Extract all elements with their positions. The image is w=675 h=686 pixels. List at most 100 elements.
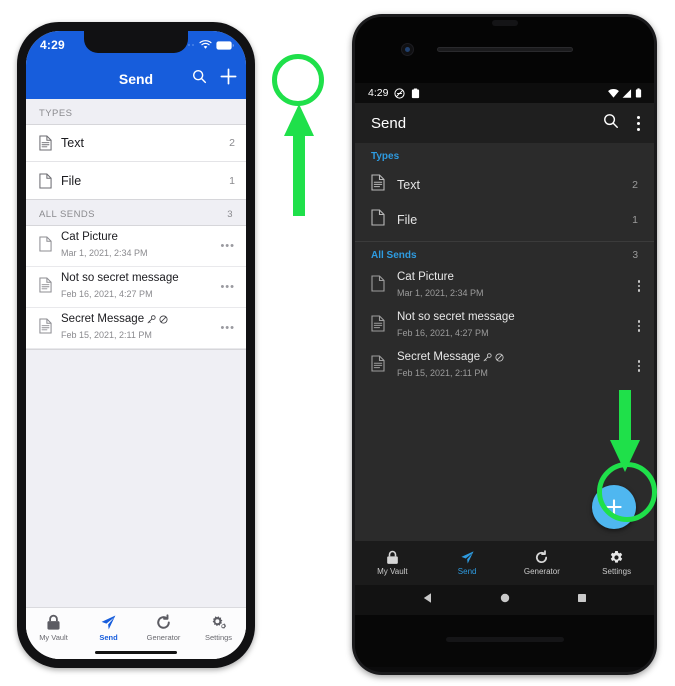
android-types-section-label: Types: [371, 151, 400, 162]
ios-type-row-file[interactable]: File 1: [26, 162, 246, 199]
overflow-menu-icon[interactable]: [637, 115, 640, 131]
android-allsends-section-count: 3: [632, 250, 638, 261]
screenshot-stage: 4:29 Send TYPES Text 2 File 1 ALL SENDS …: [0, 0, 675, 686]
android-top-bezel: [355, 17, 654, 83]
android-type-row-file[interactable]: File 1: [355, 202, 654, 237]
page-title: Send: [371, 114, 407, 132]
list-item[interactable]: Cat Picture Mar 1, 2021, 2:34 PM •••: [26, 226, 246, 267]
plus-icon[interactable]: [219, 67, 238, 91]
list-item[interactable]: Secret Message Feb 15, 2021, 2:11 PM: [355, 346, 654, 386]
android-type-label: File: [397, 212, 418, 227]
tab-generator[interactable]: Generator: [136, 614, 191, 642]
overflow-menu-icon[interactable]: [637, 280, 640, 292]
ios-sends-list: Cat Picture Mar 1, 2021, 2:34 PM ••• Not…: [26, 225, 246, 350]
ios-types-section-label: TYPES: [39, 108, 73, 119]
lock-icon: [387, 550, 398, 564]
text-file-icon: [39, 135, 57, 151]
key-icon: [483, 352, 492, 361]
front-camera-icon: [401, 43, 414, 56]
home-circle-icon[interactable]: [499, 591, 511, 609]
android-send-date: Feb 15, 2021, 2:11 PM: [397, 368, 488, 378]
paper-plane-icon: [101, 615, 116, 630]
wifi-icon: [608, 88, 619, 98]
disabled-icon: [495, 352, 504, 362]
iphone-screen: 4:29 Send TYPES Text 2 File 1 ALL SENDS …: [26, 31, 246, 659]
lock-icon: [47, 614, 60, 630]
android-send-date: Mar 1, 2021, 2:34 PM: [397, 288, 484, 298]
tab-send[interactable]: Send: [430, 550, 505, 576]
tab-label: Send: [99, 633, 118, 642]
search-icon[interactable]: [603, 113, 619, 134]
android-send-title: Cat Picture: [397, 271, 638, 283]
tab-label: Generator: [146, 633, 181, 642]
ios-send-title: Cat Picture: [61, 231, 220, 243]
android-allsends-section-label: All Sends: [371, 250, 417, 261]
annotation-highlight-ios-plus: [272, 54, 324, 106]
tab-label: Settings: [602, 567, 632, 576]
gear-icon: [610, 551, 623, 563]
tab-my-vault[interactable]: My Vault: [26, 614, 81, 642]
refresh-icon: [536, 550, 548, 564]
search-icon[interactable]: [192, 69, 207, 89]
list-item[interactable]: Cat Picture Mar 1, 2021, 2:34 PM: [355, 266, 654, 306]
android-status-time: 4:29: [368, 87, 389, 99]
ios-send-title: Not so secret message: [61, 272, 220, 284]
ios-type-count: 1: [229, 174, 235, 187]
ios-type-row-text[interactable]: Text 2: [26, 125, 246, 162]
ios-send-title: Secret Message: [61, 313, 220, 325]
tab-settings[interactable]: Settings: [579, 550, 654, 576]
back-triangle-icon[interactable]: [422, 591, 434, 609]
android-status-right: [608, 88, 642, 98]
android-bottom-nav: My Vault Send Generator Settings: [355, 541, 654, 585]
ios-status-time: 4:29: [40, 38, 65, 52]
tab-generator[interactable]: Generator: [505, 550, 580, 576]
list-item[interactable]: Not so secret message Feb 16, 2021, 4:27…: [26, 267, 246, 308]
ellipsis-icon[interactable]: •••: [220, 282, 235, 293]
overflow-menu-icon[interactable]: [637, 320, 640, 332]
list-item[interactable]: Secret Message Feb 15, 2021, 2:11 PM •••: [26, 308, 246, 349]
recents-square-icon[interactable]: [576, 591, 588, 609]
android-send-title-text: Not so secret message: [397, 311, 515, 323]
tab-send[interactable]: Send: [81, 614, 136, 642]
ios-send-title-text: Secret Message: [61, 313, 145, 325]
android-send-title-text: Cat Picture: [397, 271, 454, 283]
android-status-left: 4:29: [368, 87, 420, 99]
ios-tab-bar: My Vault Send Generator Settings: [26, 607, 246, 659]
android-bottom-bezel: [355, 615, 654, 667]
android-appbar-actions: [603, 113, 640, 134]
ios-send-text-block: Secret Message Feb 15, 2021, 2:11 PM: [61, 313, 220, 343]
android-app-bar: Send: [355, 103, 654, 143]
ellipsis-icon[interactable]: •••: [220, 241, 235, 252]
tab-label: My Vault: [39, 633, 68, 642]
earpiece-speaker: [436, 47, 573, 52]
ellipsis-icon[interactable]: •••: [220, 323, 235, 334]
ios-types-section-header: TYPES: [26, 99, 246, 124]
android-send-text-block: Secret Message Feb 15, 2021, 2:11 PM: [397, 351, 638, 381]
ios-send-text-block: Not so secret message Feb 16, 2021, 4:27…: [61, 272, 220, 302]
ios-type-count: 2: [229, 137, 235, 149]
android-type-row-text[interactable]: Text 2: [355, 167, 654, 202]
overflow-menu-icon[interactable]: [637, 360, 640, 372]
android-type-count: 2: [632, 178, 638, 191]
battery-icon: [216, 40, 234, 50]
annotation-highlight-android-fab: [597, 462, 657, 522]
tab-settings[interactable]: Settings: [191, 614, 246, 642]
ios-send-date: Feb 16, 2021, 4:27 PM: [61, 289, 153, 299]
key-icon: [147, 314, 156, 323]
iphone-device-frame: 4:29 Send TYPES Text 2 File 1 ALL SENDS …: [17, 22, 255, 668]
do-not-disturb-icon: [394, 87, 406, 99]
list-item[interactable]: Not so secret message Feb 16, 2021, 4:27…: [355, 306, 654, 346]
text-file-icon: [371, 355, 390, 377]
ios-nav-bar: Send: [26, 59, 246, 99]
tab-label: Generator: [523, 567, 560, 576]
text-file-icon: [39, 277, 57, 298]
ios-type-label: File: [61, 173, 82, 188]
text-file-icon: [371, 173, 390, 196]
bottom-speaker-grille: [445, 637, 564, 642]
tab-my-vault[interactable]: My Vault: [355, 550, 430, 576]
android-send-text-block: Not so secret message Feb 16, 2021, 4:27…: [397, 311, 638, 341]
refresh-icon: [157, 614, 170, 629]
iphone-notch: [84, 31, 188, 53]
ios-types-list: Text 2 File 1: [26, 124, 246, 200]
android-send-date: Feb 16, 2021, 4:27 PM: [397, 328, 489, 338]
